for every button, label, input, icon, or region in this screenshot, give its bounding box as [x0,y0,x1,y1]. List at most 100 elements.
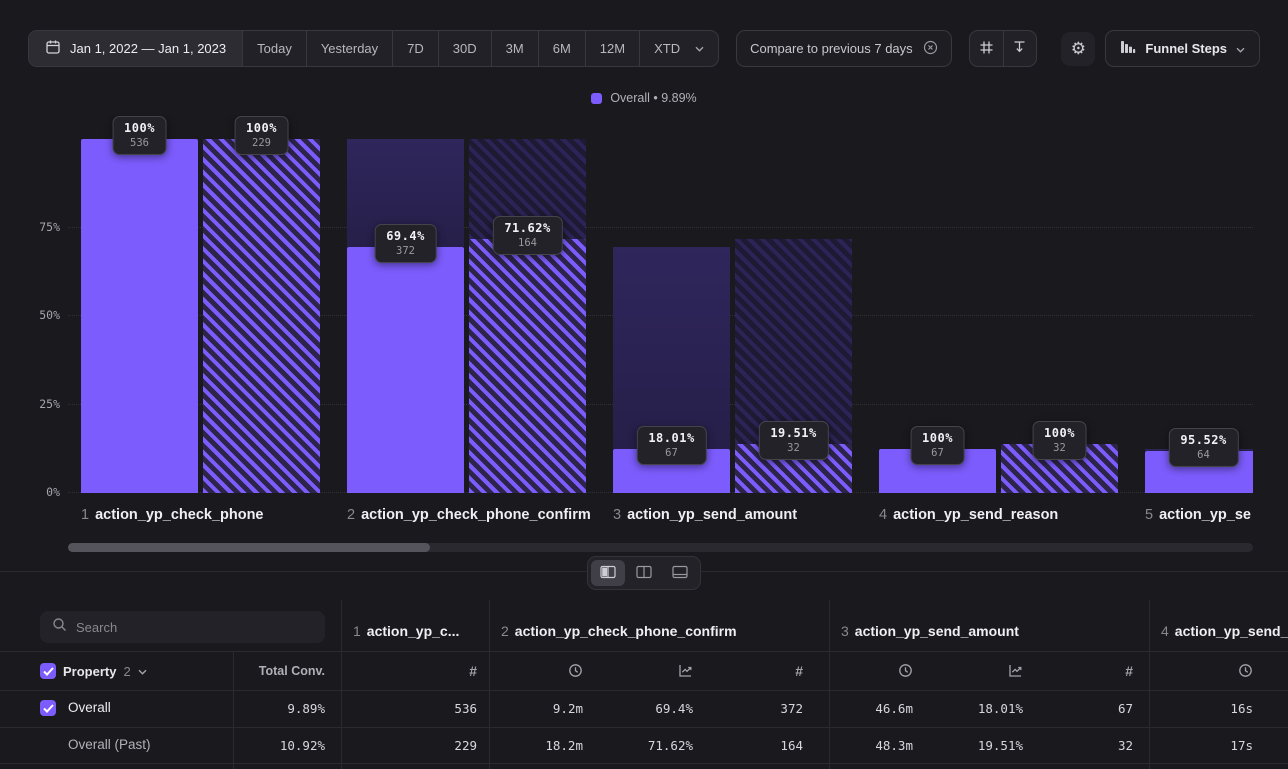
funnel-ghost-step3 [613,247,730,448]
metric-value: 536 [367,701,477,716]
compare-label: Compare to previous 7 days [750,41,913,56]
table-view-icon [672,565,688,582]
anchor-toggle-button[interactable] [1003,31,1036,66]
chart-scrollbar[interactable] [68,543,1253,552]
date-preset-group: Jan 1, 2022 — Jan 1, 2023 TodayYesterday… [28,30,719,67]
metric-value: 229 [367,738,477,753]
legend-swatch [591,93,602,104]
close-circle-icon[interactable] [923,40,938,58]
metric-value: 48.3m [803,738,913,753]
metric-count-header[interactable]: # [453,663,477,679]
funnel-bar-step2-past[interactable] [469,239,586,493]
date-range-label: Jan 1, 2022 — Jan 1, 2023 [70,41,226,56]
search-input[interactable] [76,620,313,635]
metric-value: 17s [1143,738,1253,753]
metric-value: 18.2m [473,738,583,753]
metric-value: 19.51% [913,738,1023,753]
preset-7d[interactable]: 7D [392,31,438,66]
hash-icon: # [1125,663,1133,679]
bar-value-chip: 100%67 [910,426,965,465]
metric-count-header[interactable]: # [1109,663,1133,679]
bar-value-chip: 95.52%64 [1168,428,1238,467]
metric-value: 18.01% [913,701,1023,716]
date-range-button[interactable]: Jan 1, 2022 — Jan 1, 2023 [29,31,242,66]
anchor-icon [1012,40,1027,58]
funnel-bar-step1-past[interactable] [203,139,320,493]
metric-count-header[interactable]: # [779,663,803,679]
y-tick-label: 75% [22,220,60,234]
step-label-4[interactable]: 4action_yp_send_reason [879,507,1058,523]
metric-time-header[interactable] [1229,663,1253,683]
metric-time-header[interactable] [889,663,913,683]
time-icon [568,663,583,683]
hash-icon: # [795,663,803,679]
preset-3m[interactable]: 3M [491,31,538,66]
row-checkbox[interactable] [40,700,56,716]
search-icon [52,617,67,637]
calendar-icon [45,39,61,58]
table-view-button[interactable] [663,560,697,586]
step-label-2[interactable]: 2action_yp_check_phone_confirm [347,507,591,523]
chart-scrollbar-thumb[interactable] [68,543,430,552]
split-view-icon [600,565,616,582]
time-icon [1238,663,1253,683]
legend-label: Overall • 9.89% [610,91,696,105]
table-col-header-4[interactable]: 4action_yp_send_reason [1161,623,1288,639]
metric-value: 164 [693,738,803,753]
metric-value: 71.62% [583,738,693,753]
step-label-1[interactable]: 1action_yp_check_phone [81,507,264,523]
conversion-icon [678,663,693,683]
row-divider [0,651,1288,652]
metric-value: 9.2m [473,701,583,716]
property-checkbox[interactable] [40,663,56,679]
grid-toggle-button[interactable] [970,31,1003,66]
table-col-header-1[interactable]: 1action_yp_c... [353,623,459,639]
hash-icon: # [469,663,477,679]
preset-30d[interactable]: 30D [438,31,491,66]
funnel-ghost-step3 [735,239,852,443]
time-icon [898,663,913,683]
table-col-header-3[interactable]: 3action_yp_send_amount [841,623,1019,639]
metric-conversion-header[interactable] [669,663,693,683]
chart-legend: Overall • 9.89% [0,91,1288,105]
chart-option-group [969,30,1037,67]
step-label-5[interactable]: 5action_yp_se [1145,507,1251,523]
y-tick-label: 50% [22,308,60,322]
step-label-3[interactable]: 3action_yp_send_amount [613,507,797,523]
chart-view-button[interactable] [627,560,661,586]
chart-view-icon [636,565,652,582]
bar-value-chip: 69.4%372 [374,224,437,263]
property-selector[interactable]: Property 2 [40,662,147,680]
funnel-plot: 100%536100%22969.4%37271.62%16418.01%671… [68,115,1253,493]
preset-yesterday[interactable]: Yesterday [306,31,392,66]
row-divider [0,763,1288,764]
settings-button[interactable]: ⚙ [1061,32,1095,66]
measurement-selector[interactable]: Funnel Steps [1105,30,1260,67]
metric-value: 46.6m [803,701,913,716]
split-view-button[interactable] [591,560,625,586]
metric-conversion-header[interactable] [999,663,1023,683]
toolbar-right: ⚙ Funnel Steps [1061,30,1260,67]
metric-value: 69.4% [583,701,693,716]
total-conv-value: 9.89% [215,701,325,716]
funnel-bar-step2-current[interactable] [347,247,464,493]
preset-12m[interactable]: 12M [585,31,639,66]
bar-value-chip: 100%32 [1032,421,1087,460]
metric-time-header[interactable] [559,663,583,683]
compare-filter-chip[interactable]: Compare to previous 7 days [736,30,952,67]
search-box[interactable] [40,611,325,643]
y-tick-label: 0% [22,485,60,499]
table-col-header-2[interactable]: 2action_yp_check_phone_confirm [501,623,737,639]
property-count: 2 [123,664,130,679]
total-conv-value: 10.92% [215,738,325,753]
metric-value: 67 [1023,701,1133,716]
preset-today[interactable]: Today [242,31,306,66]
preset-xtd[interactable]: XTD [639,31,718,66]
bar-value-chip: 100%229 [234,116,289,155]
funnel-bar-step1-current[interactable] [81,139,198,493]
breakdown-table: Property 2 Total Conv. 1action_yp_c...2a… [0,600,1288,769]
metric-value: 372 [693,701,803,716]
table-row[interactable]: Overall (Past)10.92%22918.2m71.62%16448.… [0,727,1288,763]
preset-6m[interactable]: 6M [538,31,585,66]
table-row[interactable]: Overall9.89%5369.2m69.4%37246.6m18.01%67… [0,690,1288,727]
